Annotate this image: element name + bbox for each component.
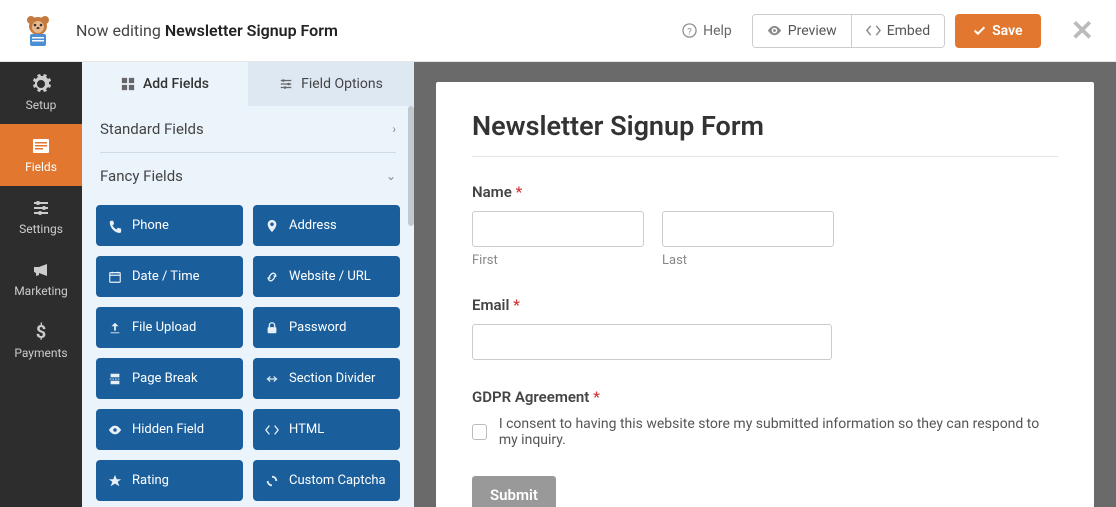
last-sublabel: Last — [662, 253, 834, 268]
eye-icon — [767, 23, 782, 38]
first-name-input[interactable] — [472, 211, 644, 247]
chevron-right-icon: › — [392, 122, 396, 136]
field-section-divider[interactable]: Section Divider — [253, 358, 400, 399]
pin-icon — [265, 219, 279, 233]
sliders-icon — [31, 198, 51, 218]
svg-text:?: ? — [687, 26, 692, 37]
sidenav-setup[interactable]: Setup — [0, 62, 82, 124]
link-icon — [265, 270, 279, 284]
gdpr-checkbox[interactable] — [472, 424, 487, 440]
embed-button[interactable]: Embed — [852, 15, 944, 47]
captcha-icon — [265, 474, 279, 488]
field-address[interactable]: Address — [253, 205, 400, 246]
save-button[interactable]: Save — [955, 14, 1040, 48]
email-input[interactable] — [472, 324, 832, 360]
calendar-icon — [108, 270, 122, 284]
sidenav: SetupFieldsSettingsMarketing$Payments — [0, 62, 82, 507]
form-title: Newsletter Signup Form — [472, 110, 1058, 142]
form-preview: Newsletter Signup Form Name * First Last — [436, 82, 1094, 507]
form-canvas: Newsletter Signup Form Name * First Last — [414, 62, 1116, 507]
preview-button[interactable]: Preview — [753, 15, 852, 47]
first-sublabel: First — [472, 253, 644, 268]
form-icon — [31, 136, 51, 156]
help-icon: ? — [682, 23, 697, 38]
field-html[interactable]: HTML — [253, 409, 400, 450]
eye-icon — [108, 423, 122, 437]
upload-icon — [108, 321, 122, 335]
divider-icon — [265, 372, 279, 386]
tab-add-fields[interactable]: Add Fields — [82, 62, 248, 106]
name-label: Name * — [472, 183, 1058, 201]
email-label: Email * — [472, 296, 1058, 314]
section-fancy-fields[interactable]: Fancy Fields⌄ — [96, 153, 400, 199]
svg-text:$: $ — [36, 322, 46, 342]
tab-field-options[interactable]: Field Options — [248, 62, 414, 106]
help-button[interactable]: ? Help — [672, 15, 742, 47]
dollar-icon: $ — [31, 322, 51, 342]
field-website-url[interactable]: Website / URL — [253, 256, 400, 297]
app-logo — [14, 7, 62, 55]
field-gdpr[interactable]: GDPR Agreement * I consent to having thi… — [472, 388, 1058, 448]
submit-button[interactable]: Submit — [472, 476, 556, 507]
gear-icon — [31, 74, 51, 94]
field-file-upload[interactable]: File Upload — [96, 307, 243, 348]
field-phone[interactable]: Phone — [96, 205, 243, 246]
field-password[interactable]: Password — [253, 307, 400, 348]
lock-icon — [265, 321, 279, 335]
grid-icon — [121, 77, 135, 91]
bullhorn-icon — [31, 260, 51, 280]
section-standard-fields[interactable]: Standard Fields› — [96, 106, 400, 152]
field-custom-captcha[interactable]: Custom Captcha — [253, 460, 400, 501]
topbar: Now editing Newsletter Signup Form ? Hel… — [0, 0, 1116, 62]
field-email[interactable]: Email * — [472, 296, 1058, 360]
last-name-input[interactable] — [662, 211, 834, 247]
gdpr-label: GDPR Agreement * — [472, 388, 1058, 406]
star-icon — [108, 474, 122, 488]
chevron-down-icon: ⌄ — [386, 169, 396, 183]
sidenav-fields[interactable]: Fields — [0, 124, 82, 186]
gdpr-text: I consent to having this website store m… — [499, 416, 1058, 448]
field-date-time[interactable]: Date / Time — [96, 256, 243, 297]
field-hidden-field[interactable]: Hidden Field — [96, 409, 243, 450]
code-icon — [866, 23, 881, 38]
pagebreak-icon — [108, 372, 122, 386]
close-button[interactable]: ✕ — [1071, 14, 1094, 47]
field-name[interactable]: Name * First Last — [472, 183, 1058, 268]
fields-panel: Add Fields Field Options Standard Fields… — [82, 62, 414, 507]
phone-icon — [108, 219, 122, 233]
sidenav-marketing[interactable]: Marketing — [0, 248, 82, 310]
sliders-icon — [279, 77, 293, 91]
check-icon — [973, 24, 986, 37]
field-page-break[interactable]: Page Break — [96, 358, 243, 399]
field-rating[interactable]: Rating — [96, 460, 243, 501]
editing-label: Now editing Newsletter Signup Form — [76, 21, 672, 40]
code-icon — [265, 423, 279, 437]
sidenav-payments[interactable]: $Payments — [0, 310, 82, 372]
sidenav-settings[interactable]: Settings — [0, 186, 82, 248]
